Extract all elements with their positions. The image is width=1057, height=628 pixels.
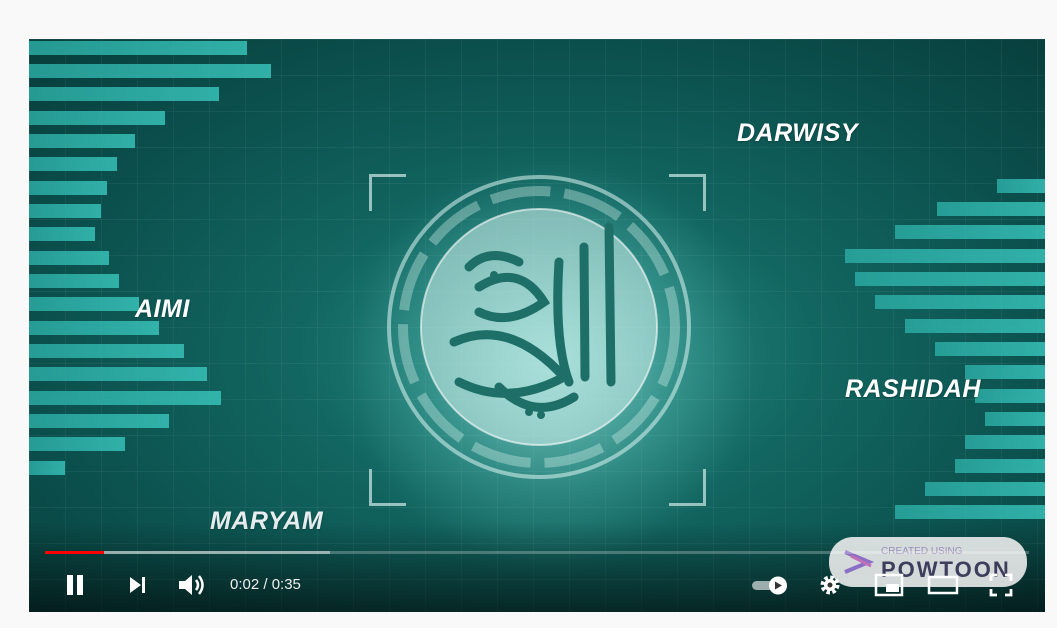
player-controls: 0:02 / 0:35	[29, 565, 1045, 605]
theater-icon	[927, 575, 959, 595]
name-darwisy: DARWISY	[737, 119, 859, 147]
pause-button[interactable]	[59, 569, 91, 601]
next-button[interactable]	[121, 569, 153, 601]
autoplay-toggle[interactable]	[749, 569, 791, 601]
quran-calligraphy-emblem	[387, 175, 691, 479]
fullscreen-button[interactable]	[985, 569, 1017, 601]
video-player[interactable]: DARWISY AIMI RASHIDAH MARYAM CREATED USI…	[29, 39, 1045, 612]
volume-icon	[179, 575, 204, 595]
fullscreen-icon	[989, 573, 1013, 597]
name-rashidah: RASHIDAH	[845, 375, 981, 403]
autoplay-toggle-icon	[752, 576, 787, 595]
name-aimi: AIMI	[135, 295, 190, 323]
settings-button[interactable]	[815, 569, 845, 601]
time-display: 0:02 / 0:35	[230, 576, 301, 593]
gear-icon	[820, 575, 840, 595]
miniplayer-icon	[874, 573, 904, 597]
volume-button[interactable]	[173, 569, 209, 601]
next-icon	[130, 577, 145, 593]
progress-bar[interactable]	[45, 551, 1029, 554]
progress-played	[45, 551, 105, 554]
theater-mode-button[interactable]	[925, 569, 961, 601]
pause-icon	[67, 575, 83, 595]
miniplayer-button[interactable]	[871, 569, 907, 601]
